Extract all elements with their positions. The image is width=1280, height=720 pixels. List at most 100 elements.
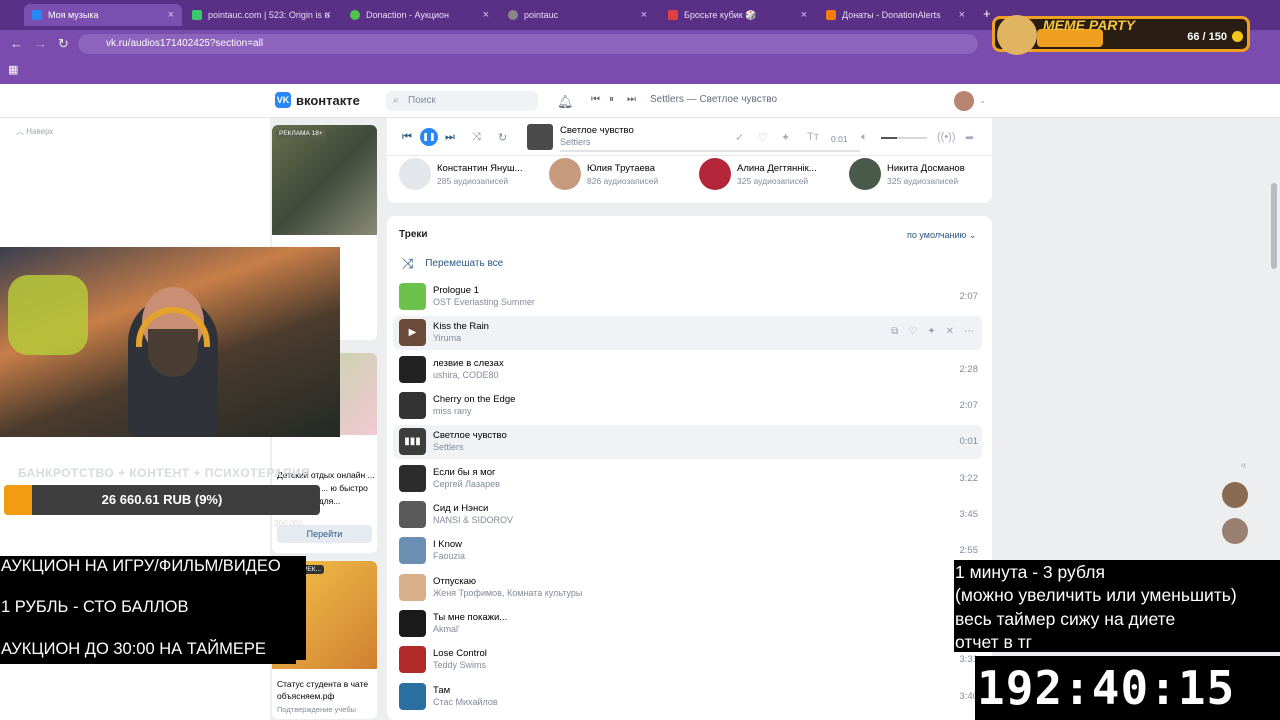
- track-row[interactable]: Отпускаю Женя Трофимов, Комната культуры: [393, 571, 982, 605]
- volume-slider[interactable]: [881, 137, 927, 139]
- shuffle-icon[interactable]: ⤨: [472, 131, 481, 144]
- shuffle-all-button[interactable]: ⤨ Перемешать все: [402, 255, 503, 272]
- back-icon[interactable]: ←: [10, 36, 23, 51]
- broadcast-icon[interactable]: ((•)): [937, 131, 956, 143]
- track-row[interactable]: лезвие в слезах ushira, CODE80 2:28: [393, 353, 982, 387]
- track-row[interactable]: ▮▮▮ Светлое чувство Settlers 0:01: [393, 425, 982, 459]
- track-cover[interactable]: [399, 501, 426, 528]
- bell-icon[interactable]: 🔔︎: [557, 94, 574, 110]
- sparkle-icon[interactable]: ✦: [927, 326, 935, 337]
- track-title[interactable]: Светлое чувство: [433, 430, 507, 441]
- prev-icon[interactable]: ⏮: [402, 131, 412, 144]
- dislike-icon[interactable]: ♡: [758, 131, 768, 144]
- progress-track[interactable]: [560, 150, 860, 152]
- avatar[interactable]: [954, 91, 974, 111]
- track-cover[interactable]: [399, 574, 426, 601]
- track-title[interactable]: Сид и Нэнси: [433, 503, 488, 514]
- track-row[interactable]: Lose Control Teddy Swims 3:31: [393, 643, 982, 677]
- track-row[interactable]: Сид и Нэнси NANSI & SIDOROV 3:45: [393, 498, 982, 532]
- track-cover[interactable]: [399, 610, 426, 637]
- friend-item[interactable]: Юлия Трутаева 826 аудиозаписей: [549, 156, 658, 192]
- track-title[interactable]: I Know: [433, 539, 462, 550]
- track-title[interactable]: Kiss the Rain: [433, 321, 489, 332]
- pause-icon[interactable]: ⏸: [609, 94, 614, 105]
- tab-pointauc[interactable]: pointauc ×: [500, 4, 655, 26]
- track-cover[interactable]: [399, 392, 426, 419]
- track-artist[interactable]: Faouzia: [433, 551, 465, 561]
- track-title[interactable]: лезвие в слезах: [433, 358, 504, 369]
- track-title[interactable]: Если бы я мог: [433, 467, 495, 478]
- close-icon[interactable]: ×: [325, 9, 331, 21]
- scrollbar[interactable]: [1271, 183, 1277, 269]
- track-cover[interactable]: [399, 356, 426, 383]
- track-artist[interactable]: Teddy Swims: [433, 660, 486, 670]
- track-title[interactable]: Prologue 1: [433, 285, 479, 296]
- tab-pointauc-error[interactable]: pointauc.com | 523: Origin is u ×: [184, 4, 339, 26]
- close-icon[interactable]: ✕: [946, 326, 954, 337]
- track-artist[interactable]: Стас Михайлов: [433, 697, 498, 707]
- track-row[interactable]: I Know Faouzia 2:55: [393, 534, 982, 568]
- track-title[interactable]: Отпускаю: [433, 576, 476, 587]
- next-icon[interactable]: ⏭: [445, 131, 455, 144]
- avatar[interactable]: [1222, 518, 1248, 544]
- track-artist[interactable]: NANSI & SIDOROV: [433, 515, 513, 525]
- volume-icon[interactable]: 🔈︎: [861, 131, 868, 144]
- track-artist[interactable]: Akmal': [433, 624, 460, 634]
- friend-item[interactable]: Константин Януш... 285 аудиозаписей: [399, 156, 523, 192]
- close-icon[interactable]: ×: [483, 9, 489, 21]
- sparkle-icon[interactable]: ✦: [781, 131, 790, 144]
- vk-logo[interactable]: VK вконтакте: [275, 92, 360, 108]
- avatar[interactable]: [1222, 482, 1248, 508]
- track-title[interactable]: Lose Control: [433, 648, 487, 659]
- close-icon[interactable]: ×: [641, 9, 647, 21]
- tab-donaction[interactable]: Donaction - Аукцион ×: [342, 4, 497, 26]
- sort-dropdown[interactable]: по умолчанию ⌄: [907, 230, 976, 241]
- track-row[interactable]: Если бы я мог Сергей Лазарев 3:22: [393, 462, 982, 496]
- chevron-down-icon[interactable]: ⌄: [979, 96, 986, 105]
- track-artist[interactable]: miss rany: [433, 406, 472, 416]
- track-cover[interactable]: [399, 537, 426, 564]
- track-title[interactable]: Там: [433, 685, 450, 696]
- close-icon[interactable]: ×: [801, 9, 807, 21]
- track-row[interactable]: ▶ Kiss the Rain Yiruma ⧉ ♡ ✦ ✕ ⋯: [393, 316, 982, 350]
- header-now-playing[interactable]: Settlers — Светлое чувство: [650, 94, 777, 105]
- more-icon[interactable]: ⋯: [964, 326, 974, 337]
- new-tab-icon[interactable]: +: [983, 6, 991, 21]
- back-to-top[interactable]: ︿ Наверх: [16, 126, 53, 137]
- track-row[interactable]: Prologue 1 OST Everlasting Summer 2:07: [393, 280, 982, 314]
- dislike-icon[interactable]: ♡: [908, 326, 917, 337]
- track-cover[interactable]: [399, 465, 426, 492]
- chevrons-left-icon[interactable]: «: [1241, 460, 1247, 471]
- track-row[interactable]: Ты мне покажи... Akmal': [393, 607, 982, 641]
- track-cover[interactable]: [399, 283, 426, 310]
- track-artist[interactable]: Сергей Лазарев: [433, 479, 500, 489]
- track-artist[interactable]: OST Everlasting Summer: [433, 297, 535, 307]
- url-field[interactable]: vk.ru/audios171402425?section=all: [78, 34, 978, 54]
- prev-icon[interactable]: ⏮: [591, 94, 600, 105]
- track-cover[interactable]: ▮▮▮: [399, 428, 426, 455]
- track-cover[interactable]: [399, 683, 426, 710]
- repeat-icon[interactable]: ↻: [498, 131, 507, 144]
- track-row[interactable]: Cherry on the Edge miss rany 2:07: [393, 389, 982, 423]
- track-row[interactable]: Там Стас Михайлов 3:40: [393, 680, 982, 714]
- close-icon[interactable]: ×: [168, 9, 174, 21]
- pause-button[interactable]: ❚❚: [420, 128, 438, 146]
- tab-donationalerts[interactable]: Донаты - DonationAlerts ×: [818, 4, 973, 26]
- track-cover[interactable]: [399, 646, 426, 673]
- track-artist[interactable]: Settlers: [433, 442, 464, 452]
- next-icon[interactable]: ⏭: [627, 94, 636, 105]
- reload-icon[interactable]: ↻: [58, 36, 69, 52]
- track-cover[interactable]: ▶: [399, 319, 426, 346]
- close-icon[interactable]: ×: [959, 9, 965, 21]
- tab-dice[interactable]: Бросьте кубик 🎲 ×: [660, 4, 815, 26]
- share-icon[interactable]: ➦: [965, 131, 974, 144]
- search-input[interactable]: ⌕ Поиск: [386, 91, 538, 111]
- lyrics-icon[interactable]: Tт: [807, 131, 819, 143]
- track-artist[interactable]: Yiruma: [433, 333, 461, 343]
- track-title[interactable]: Cherry on the Edge: [433, 394, 515, 405]
- friend-item[interactable]: Никита Досманов 325 аудиозаписей: [849, 156, 965, 192]
- track-artist[interactable]: Женя Трофимов, Комната культуры: [433, 588, 582, 598]
- forward-icon[interactable]: →: [34, 36, 47, 51]
- friend-item[interactable]: Алина Дегтяннік... 325 аудиозаписей: [699, 156, 817, 192]
- apps-icon[interactable]: ▦: [8, 63, 18, 76]
